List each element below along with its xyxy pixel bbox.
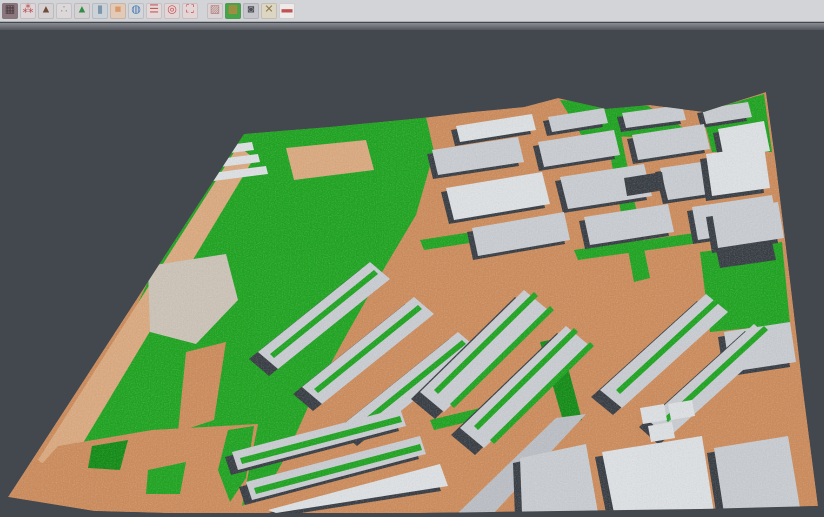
target-ring-icon-glyph: ◎: [167, 5, 177, 16]
orange-layer-icon-glyph: ■: [115, 5, 122, 16]
cross-marks-icon-glyph: ✕: [264, 5, 273, 16]
panel-icon[interactable]: ▮: [92, 3, 108, 19]
sparse-points-icon-glyph: ∴: [61, 5, 68, 16]
globe-icon-glyph: ◍: [131, 5, 141, 16]
toolbar-separator: [200, 3, 205, 19]
classification-map-icon[interactable]: ▩: [225, 3, 241, 19]
classification-map-icon-glyph: ▩: [228, 5, 238, 16]
viewport-3d[interactable]: [0, 30, 824, 517]
eraser-icon[interactable]: ▬: [279, 3, 295, 19]
panel-icon-glyph: ▮: [97, 5, 103, 16]
orange-layer-icon[interactable]: ■: [110, 3, 126, 19]
target-ring-icon[interactable]: ◎: [164, 3, 180, 19]
camera-icon-glyph: ◙: [248, 5, 255, 16]
red-stripes-icon-glyph: ☰: [149, 5, 159, 16]
camera-icon[interactable]: ◙: [243, 3, 259, 19]
point-noise-dark: [0, 30, 824, 517]
cross-marks-icon[interactable]: ✕: [261, 3, 277, 19]
red-stripes-icon[interactable]: ☰: [146, 3, 162, 19]
scene-svg: [0, 30, 824, 517]
checker-grid-icon[interactable]: ▨: [207, 3, 223, 19]
toolbar-edge: [0, 23, 824, 30]
selection-brackets-icon-glyph: ⛶: [186, 5, 194, 16]
dark-cube-icon-glyph: ▦: [5, 5, 15, 16]
dark-cube-icon[interactable]: ▦: [2, 3, 18, 19]
globe-icon[interactable]: ◍: [128, 3, 144, 19]
classify-points-icon[interactable]: ⁂: [20, 3, 36, 19]
vegetation-mound-icon-glyph: ▲: [77, 5, 88, 16]
vegetation-mound-icon[interactable]: ▲: [74, 3, 90, 19]
checker-grid-icon-glyph: ▨: [210, 5, 220, 16]
terrain-icon[interactable]: ▲: [38, 3, 54, 19]
toolbar: ▦ ⁂ ▲ ∴ ▲ ▮ ■ ◍ ☰ ◎ ⛶ ▨ ▩ ◙ ✕ ▬: [0, 0, 824, 22]
sparse-points-icon[interactable]: ∴: [56, 3, 72, 19]
eraser-icon-glyph: ▬: [282, 5, 293, 16]
terrain-icon-glyph: ▲: [41, 5, 52, 16]
selection-brackets-icon[interactable]: ⛶: [182, 3, 198, 19]
classify-points-icon-glyph: ⁂: [23, 5, 34, 16]
